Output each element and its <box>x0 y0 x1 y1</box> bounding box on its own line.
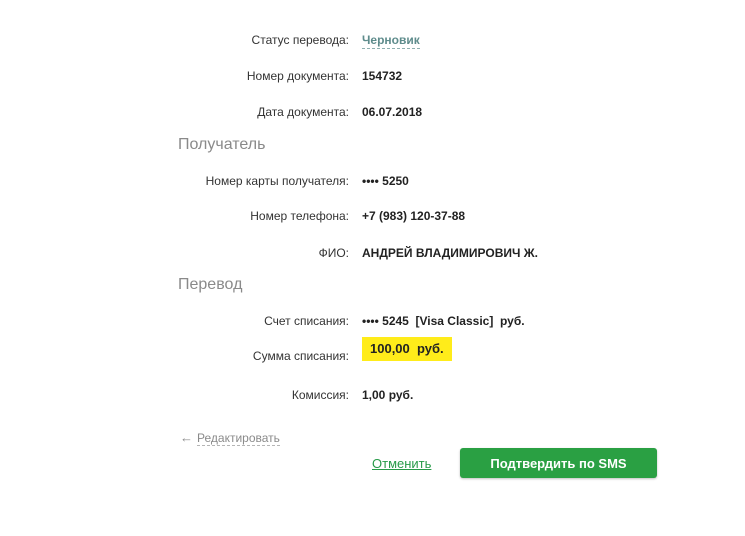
document-number-value: 154732 <box>362 69 403 83</box>
document-number-row: Номер документа: 154732 <box>0 66 745 86</box>
document-number-label: Номер документа: <box>246 69 349 83</box>
debit-account-label: Счет списания: <box>264 314 349 328</box>
status-row: Статус перевода: Черновик <box>0 30 745 50</box>
fee-label: Комиссия: <box>291 388 349 402</box>
debit-account-row: Счет списания: •••• 5245 [Visa Classic] … <box>0 311 745 331</box>
confirm-sms-button[interactable]: Подтвердить по SMS <box>460 448 657 478</box>
edit-link[interactable]: ← Редактировать <box>180 430 280 446</box>
transfer-section-title: Перевод <box>178 276 243 293</box>
phone-row: Номер телефона: +7 (983) 120-37-88 <box>0 206 745 226</box>
edit-link-label: Редактировать <box>197 431 280 446</box>
phone-value: +7 (983) 120-37-88 <box>362 209 466 223</box>
full-name-row: ФИО: АНДРЕЙ ВЛАДИМИРОВИЧ Ж. <box>0 243 745 263</box>
document-date-label: Дата документа: <box>257 105 349 119</box>
document-date-value: 06.07.2018 <box>362 105 423 119</box>
phone-label: Номер телефона: <box>250 209 349 223</box>
recipient-card-value: •••• 5250 <box>362 174 409 188</box>
recipient-card-row: Номер карты получателя: •••• 5250 <box>0 171 745 191</box>
status-label: Статус перевода: <box>251 33 349 47</box>
document-date-row: Дата документа: 06.07.2018 <box>0 102 745 122</box>
debit-amount-badge: 100,00 руб. <box>362 337 452 361</box>
status-value[interactable]: Черновик <box>362 32 420 49</box>
full-name-value: АНДРЕЙ ВЛАДИМИРОВИЧ Ж. <box>362 246 538 260</box>
fee-row: Комиссия: 1,00 руб. <box>0 385 745 405</box>
recipient-section-title: Получатель <box>178 136 266 153</box>
debit-amount-row: Сумма списания: 100,00 руб. <box>0 337 745 366</box>
debit-account-value: •••• 5245 [Visa Classic] руб. <box>362 314 525 328</box>
fee-value: 1,00 руб. <box>362 388 414 402</box>
cancel-link[interactable]: Отменить <box>372 456 431 471</box>
recipient-card-label: Номер карты получателя: <box>205 174 349 188</box>
debit-amount-label: Сумма списания: <box>252 349 349 363</box>
full-name-label: ФИО: <box>318 246 349 260</box>
arrow-left-icon: ← <box>180 430 193 445</box>
